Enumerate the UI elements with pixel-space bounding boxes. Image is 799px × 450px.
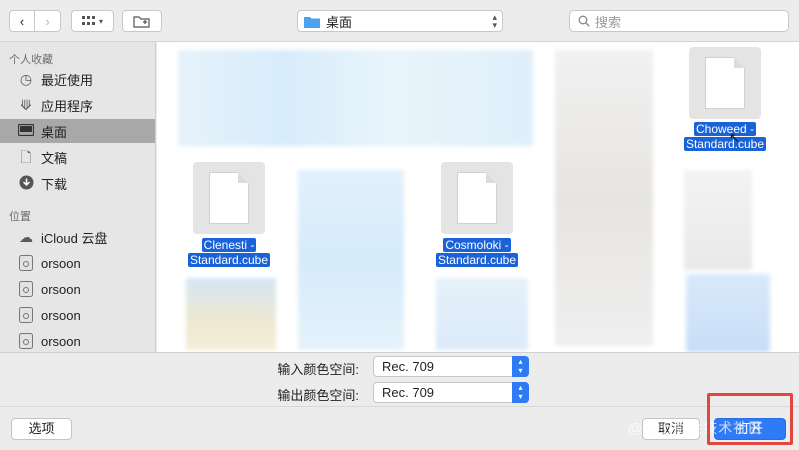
image-thumbnail[interactable] [298,170,404,350]
output-color-space-value: Rec. 709 [382,385,435,400]
chevron-left-icon: ‹ [19,13,25,29]
view-mode-button[interactable]: ▾ [71,10,114,32]
file-icon-choweed[interactable] [689,47,761,119]
image-thumbnail[interactable] [684,170,752,270]
input-color-space-label: 输入颜色空间: [277,362,359,377]
input-color-space-value: Rec. 709 [382,359,435,374]
sidebar-item-label: 文稿 [41,150,68,166]
favorites-heading: 个人收藏 [9,54,53,66]
sidebar-item-label: orsoon [41,281,81,297]
clock-icon: ◷ [19,71,33,87]
output-color-space-label: 输出颜色空间: [277,388,359,403]
file-name-cosmoloki[interactable]: Cosmoloki - Standard.cube [422,238,532,268]
download-icon [18,175,34,191]
sidebar-item-label: 桌面 [41,124,68,140]
image-thumbnail[interactable] [178,50,533,146]
cloud-icon: ☁ [19,229,33,245]
path-label: 桌面 [326,14,353,30]
image-thumbnail[interactable] [436,278,528,350]
search-field[interactable]: 搜索 [569,10,789,32]
image-thumbnail[interactable] [186,278,276,350]
sidebar-item-label: orsoon [41,255,81,271]
file-name-line: Standard.cube [435,253,519,267]
sidebar-item-icloud[interactable]: ☁ iCloud 云盘 [0,225,155,249]
sidebar-item-label: 下载 [41,176,68,192]
cube-file-icon [705,57,745,109]
file-name-line: Standard.cube [187,253,271,267]
up-down-arrows-icon: ▴ ▾ [512,356,529,377]
file-name-clenesti[interactable]: Clenesti - Standard.cube [174,238,284,268]
desktop-icon [17,123,35,139]
file-name-line: Choweed - [693,122,757,136]
sidebar-item-disk[interactable]: orsoon [0,251,155,275]
input-color-space-select[interactable]: Rec. 709 ▴ ▾ [373,356,529,377]
sidebar-item-label: orsoon [41,307,81,323]
sidebar-item-label: iCloud 云盘 [41,230,108,246]
grid-view-icon [81,16,95,25]
toolbar: ‹ › ▾ 桌面 ▴ ▾ 搜索 [0,0,799,42]
sidebar-item-label: 最近使用 [41,72,94,88]
cube-file-icon [209,172,249,224]
disk-icon [18,307,34,323]
new-folder-icon [133,16,150,28]
sidebar-item-applications[interactable]: ⟱ 应用程序 [0,93,155,117]
folder-icon [304,16,320,28]
search-placeholder: 搜索 [595,14,622,30]
disk-icon [18,255,34,271]
new-folder-button[interactable] [122,10,162,32]
sidebar-item-disk[interactable]: orsoon [0,277,155,301]
sidebar-item-label: 应用程序 [41,98,94,114]
chevron-right-icon: › [45,13,50,29]
document-icon: 🗋 [20,149,32,165]
output-color-space-select[interactable]: Rec. 709 ▴ ▾ [373,382,529,403]
color-space-options: 输入颜色空间: Rec. 709 ▴ ▾ 输出颜色空间: Rec. 709 ▴ ▾ [0,352,799,406]
sidebar-item-downloads[interactable]: 下载 [0,171,155,195]
file-browser: Choweed - Standard.cube ↖ Clenesti - Sta… [157,42,799,352]
applications-icon: ⟱ [20,97,32,113]
file-name-line: Clenesti - [201,238,257,252]
file-name-line: Standard.cube [683,137,767,151]
mouse-pointer-icon: ↖ [729,130,740,145]
file-icon-cosmoloki[interactable] [441,162,513,234]
chevron-down-icon: ▾ [98,16,103,26]
search-icon [578,15,590,27]
options-button[interactable]: 选项 [11,418,72,440]
path-popup[interactable]: 桌面 ▴ ▾ [297,10,503,32]
sidebar-item-desktop[interactable]: 桌面 [0,119,155,143]
disk-icon [18,281,34,297]
image-thumbnail[interactable] [686,274,770,352]
highlight-annotation-box [707,393,793,445]
up-down-arrows-icon: ▴ ▾ [492,12,497,30]
sidebar-item-label: orsoon [41,333,81,349]
sidebar-item-recents[interactable]: ◷ 最近使用 [0,67,155,91]
image-thumbnail[interactable] [555,50,653,346]
sidebar: 个人收藏 ◷ 最近使用 ⟱ 应用程序 桌面 🗋 文稿 下载 位置 ☁ iClou… [0,42,156,352]
sidebar-item-disk[interactable]: orsoon [0,329,155,352]
disk-icon [18,333,34,349]
locations-heading: 位置 [9,211,31,223]
cube-file-icon [457,172,497,224]
sidebar-item-disk[interactable]: orsoon [0,303,155,327]
forward-button[interactable]: › [34,10,61,32]
back-button[interactable]: ‹ [9,10,35,32]
sidebar-item-documents[interactable]: 🗋 文稿 [0,145,155,169]
file-name-choweed[interactable]: Choweed - Standard.cube [670,122,780,152]
file-icon-clenesti[interactable] [193,162,265,234]
up-down-arrows-icon: ▴ ▾ [512,382,529,403]
file-name-line: Cosmoloki - [443,238,511,252]
